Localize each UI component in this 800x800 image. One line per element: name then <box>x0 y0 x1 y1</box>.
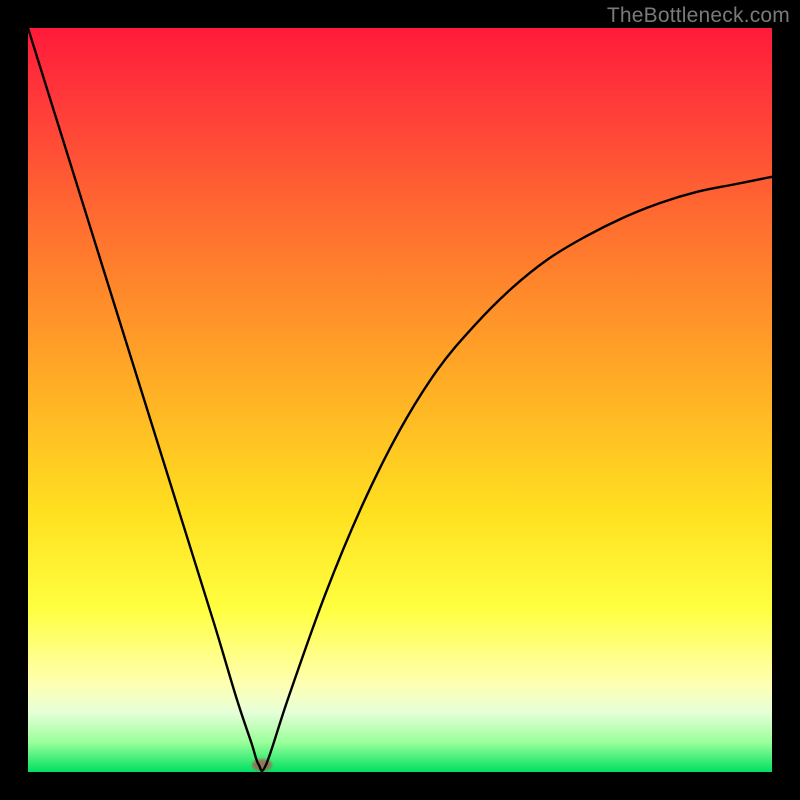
min-point-marker <box>252 759 272 771</box>
plot-gradient-background <box>28 28 772 772</box>
plot-frame <box>28 28 772 772</box>
watermark-text: TheBottleneck.com <box>607 4 790 28</box>
